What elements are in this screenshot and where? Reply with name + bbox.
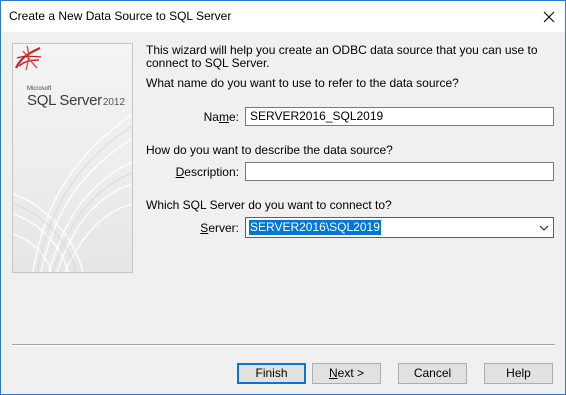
next-button-accel: N <box>328 366 338 380</box>
server-question: Which SQL Server do you want to connect … <box>146 198 392 212</box>
sql-server-logo-icon <box>15 45 42 71</box>
chevron-down-icon[interactable] <box>539 224 549 232</box>
description-label-post: escription: <box>184 165 239 179</box>
next-button[interactable]: Next > <box>312 363 381 384</box>
close-icon <box>543 11 554 22</box>
server-label-post: erver: <box>208 221 239 235</box>
dialog-window: Create a New Data Source to SQL Server M… <box>0 0 566 395</box>
description-label-accel: D <box>175 165 185 179</box>
wizard-side-panel: Microsoft SQL Server2012 <box>12 43 133 273</box>
name-label-pre: Na <box>203 110 219 124</box>
finish-button[interactable]: Finish <box>237 363 306 384</box>
cancel-button[interactable]: Cancel <box>398 363 467 384</box>
window-title: Create a New Data Source to SQL Server <box>9 9 232 23</box>
logo-product-text: SQL Server2012 <box>27 92 125 109</box>
name-label-post: e: <box>228 110 239 124</box>
server-combobox-value[interactable]: SERVER2016\SQL2019 <box>249 220 381 235</box>
footer-separator <box>12 344 555 346</box>
name-label-accel: m <box>218 110 229 124</box>
title-bar[interactable]: Create a New Data Source to SQL Server <box>1 1 565 32</box>
description-question: How do you want to describe the data sou… <box>146 143 393 157</box>
server-combobox[interactable]: SERVER2016\SQL2019 <box>245 217 554 238</box>
name-input[interactable]: SERVER2016_SQL2019 <box>245 107 554 126</box>
decorative-swirl-graphic <box>13 113 132 272</box>
next-button-label: ext > <box>337 366 365 380</box>
description-label: Description: <box>171 165 239 179</box>
name-label: Name: <box>201 110 239 124</box>
logo-product-version: 2012 <box>102 97 126 108</box>
name-question: What name do you want to use to refer to… <box>146 76 459 90</box>
close-button[interactable] <box>532 1 565 32</box>
help-button[interactable]: Help <box>484 363 553 384</box>
logo-product-name: SQL Server <box>27 92 102 109</box>
intro-text: This wizard will help you create an ODBC… <box>146 43 538 70</box>
description-input[interactable] <box>245 162 554 181</box>
server-label: Server: <box>191 221 239 235</box>
